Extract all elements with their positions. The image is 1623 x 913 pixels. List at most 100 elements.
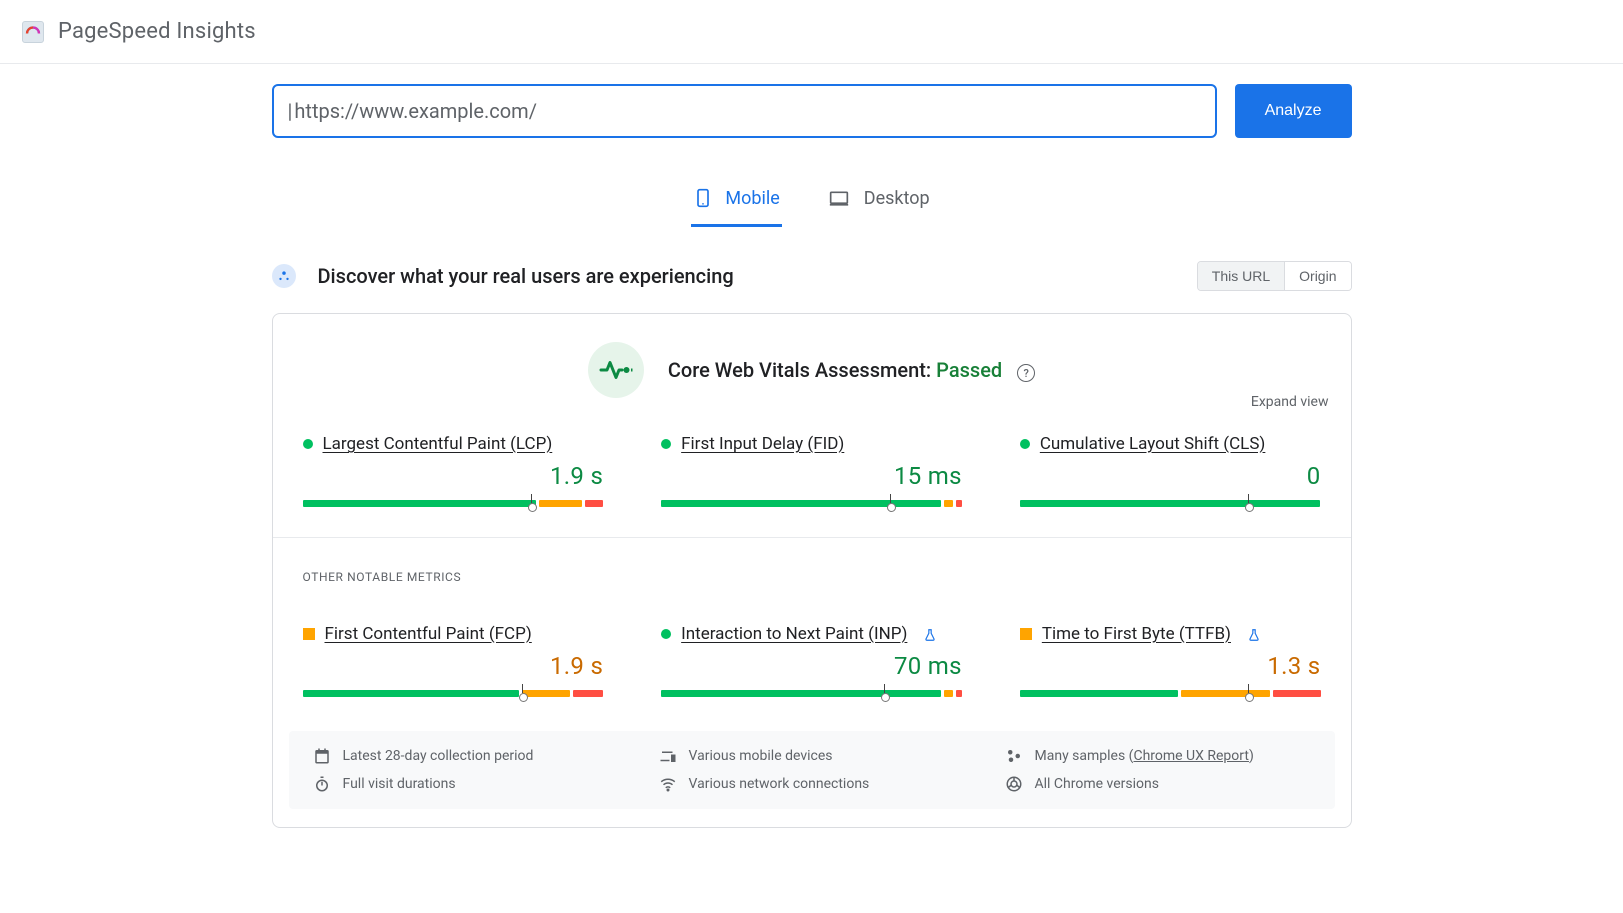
metric-name[interactable]: Largest Contentful Paint (LCP) [323, 434, 553, 454]
metric-value: 1.9 s [303, 462, 604, 490]
footer-duration: Full visit durations [313, 775, 619, 793]
network-icon [659, 775, 677, 793]
bar-segment-poor [956, 690, 962, 697]
distribution-bar [661, 690, 962, 697]
divider [273, 537, 1351, 538]
bar-segment-good [661, 690, 940, 697]
metric-value: 1.3 s [1020, 652, 1321, 680]
metric-value: 0 [1020, 462, 1321, 490]
tab-desktop-label: Desktop [864, 188, 930, 209]
bar-segment-good [1020, 500, 1321, 507]
crux-footer: Latest 28-day collection period Various … [289, 731, 1335, 809]
flask-icon [923, 625, 937, 644]
metric: First Input Delay (FID) 15 ms [661, 434, 962, 507]
bar-segment-poor [585, 500, 603, 507]
bar-segment-poor [956, 500, 962, 507]
bar-segment-ni [1181, 690, 1270, 697]
core-metrics: Largest Contentful Paint (LCP) 1.9 s First… [289, 398, 1335, 523]
discover-title: Discover what your real users are experi… [318, 264, 734, 288]
cwv-heading-row: Core Web Vitals Assessment: Passed ? [289, 342, 1335, 398]
help-icon[interactable]: ? [1017, 364, 1035, 382]
distribution-bar [661, 500, 962, 507]
tab-mobile[interactable]: Mobile [691, 178, 781, 227]
metric: Largest Contentful Paint (LCP) 1.9 s [303, 434, 604, 507]
percentile-marker [531, 494, 532, 503]
topbar: PageSpeed Insights [0, 0, 1623, 64]
app-title: PageSpeed Insights [58, 19, 256, 44]
bar-segment-ni [944, 500, 953, 507]
footer-samples: Many samples (Chrome UX Report) [1005, 747, 1311, 765]
cwv-title: Core Web Vitals Assessment: Passed ? [668, 358, 1035, 383]
bar-segment-poor [573, 690, 603, 697]
search-row: |https://www.example.com/ Analyze [272, 84, 1352, 138]
other-metrics-label: OTHER NOTABLE METRICS [289, 552, 1335, 588]
scope-toggle: This URL Origin [1197, 261, 1352, 291]
distribution-bar [303, 690, 604, 697]
status-dot-good [661, 629, 671, 639]
tab-desktop[interactable]: Desktop [824, 178, 932, 227]
samples-icon [1005, 747, 1023, 765]
devices-icon [659, 747, 677, 765]
percentile-marker [890, 494, 891, 503]
cwv-status: Passed [936, 358, 1002, 382]
chrome-icon [1005, 775, 1023, 793]
metric-name[interactable]: Time to First Byte (TTFB) [1042, 624, 1231, 644]
metric: Time to First Byte (TTFB) 1.3 s [1020, 624, 1321, 697]
footer-devices: Various mobile devices [659, 747, 965, 765]
percentile-marker [522, 684, 523, 693]
expand-view-link[interactable]: Expand view [1251, 394, 1329, 410]
footer-period: Latest 28-day collection period [313, 747, 619, 765]
psi-logo-icon [22, 21, 44, 43]
metric-value: 70 ms [661, 652, 962, 680]
url-value: https://www.example.com/ [294, 99, 537, 123]
cwv-card: Core Web Vitals Assessment: Passed ? Exp… [272, 313, 1352, 828]
bar-segment-ni [522, 690, 570, 697]
distribution-bar [303, 500, 604, 507]
url-input[interactable]: |https://www.example.com/ [272, 84, 1217, 138]
flask-icon [1247, 625, 1261, 644]
footer-versions: All Chrome versions [1005, 775, 1311, 793]
bar-segment-poor [1273, 690, 1321, 697]
metric-name[interactable]: First Input Delay (FID) [681, 434, 844, 454]
bar-segment-ni [944, 690, 953, 697]
bar-segment-good [303, 690, 519, 697]
distribution-bar [1020, 500, 1321, 507]
crux-report-link[interactable]: Chrome UX Report [1133, 748, 1248, 764]
calendar-icon [313, 747, 331, 765]
metric-name[interactable]: Interaction to Next Paint (INP) [681, 624, 907, 644]
discover-icon [272, 264, 296, 288]
metric: First Contentful Paint (FCP) 1.9 s [303, 624, 604, 697]
status-square-warn [1020, 628, 1032, 640]
distribution-bar [1020, 690, 1321, 697]
bar-segment-ni [539, 500, 582, 507]
footer-network: Various network connections [659, 775, 965, 793]
desktop-icon [826, 187, 852, 208]
metric-value: 15 ms [661, 462, 962, 490]
metric-value: 1.9 s [303, 652, 604, 680]
status-dot-good [1020, 439, 1030, 449]
tab-mobile-label: Mobile [725, 188, 779, 209]
metric-name[interactable]: First Contentful Paint (FCP) [325, 624, 532, 644]
stopwatch-icon [313, 775, 331, 793]
status-square-warn [303, 628, 315, 640]
mobile-icon [693, 184, 713, 212]
discover-row: Discover what your real users are experi… [272, 261, 1352, 291]
status-dot-good [303, 439, 313, 449]
bar-segment-good [1020, 690, 1178, 697]
scope-thisurl[interactable]: This URL [1198, 262, 1284, 290]
percentile-marker [1248, 684, 1249, 693]
analyze-button[interactable]: Analyze [1235, 84, 1352, 138]
metric: Cumulative Layout Shift (CLS) 0 [1020, 434, 1321, 507]
bar-segment-good [661, 500, 940, 507]
metric: Interaction to Next Paint (INP) 70 ms [661, 624, 962, 697]
other-metrics: First Contentful Paint (FCP) 1.9 s Interac… [289, 588, 1335, 713]
percentile-marker [1248, 494, 1249, 503]
percentile-marker [884, 684, 885, 693]
status-dot-good [661, 439, 671, 449]
page-content: |https://www.example.com/ Analyze Mobile… [272, 64, 1352, 868]
device-tabs: Mobile Desktop [272, 178, 1352, 227]
pulse-icon [588, 342, 644, 398]
bar-segment-good [303, 500, 536, 507]
scope-origin[interactable]: Origin [1284, 262, 1350, 290]
metric-name[interactable]: Cumulative Layout Shift (CLS) [1040, 434, 1266, 454]
